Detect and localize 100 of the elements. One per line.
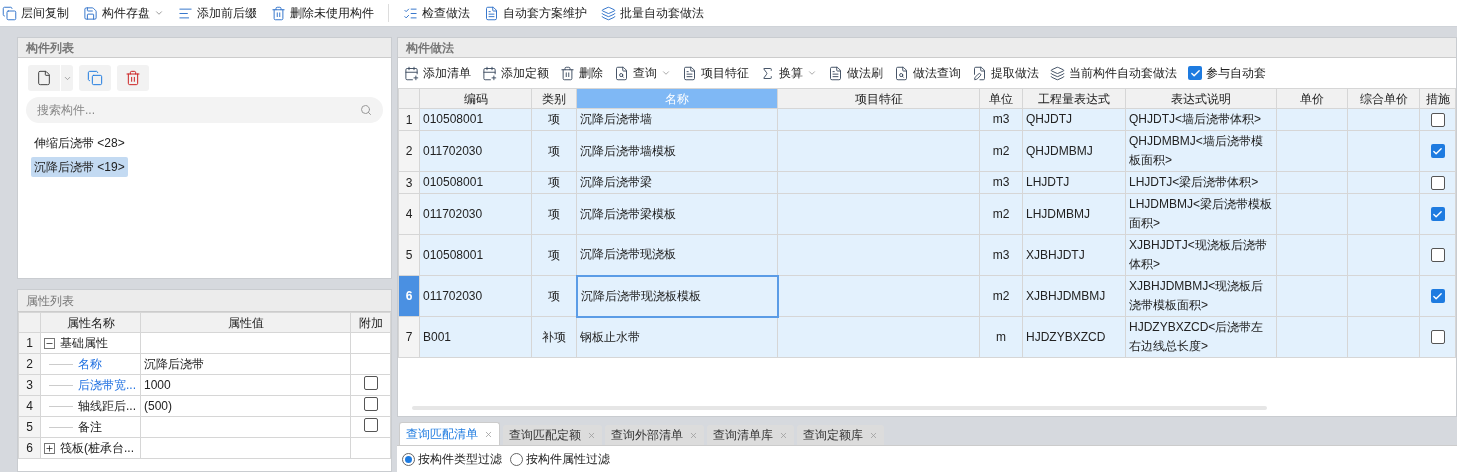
column-header[interactable]: 表达式说明 [1125, 88, 1277, 109]
new-file-icon [36, 70, 52, 86]
row-number: 5 [18, 416, 41, 438]
table-cell: 钢板止水带 [580, 329, 640, 344]
row-number: 1 [18, 332, 41, 354]
table-cell: QHJDTJ<墙后浇带体积> [1129, 112, 1261, 126]
text-lines-icon [178, 5, 193, 21]
row-number: 4 [18, 395, 41, 417]
new-button[interactable] [28, 65, 60, 91]
component-item[interactable]: 伸缩后浇带 <28> [31, 133, 128, 153]
toolbar-button[interactable]: 提取做法 [972, 64, 1039, 82]
property-value: 沉降后浇带 [144, 357, 204, 371]
checkbox[interactable] [363, 375, 378, 390]
property-name: 后浇带宽... [78, 377, 136, 394]
stack-icon [601, 5, 616, 21]
delete-button[interactable] [117, 65, 149, 91]
toolbar-button[interactable]: 项目特征 [682, 64, 749, 82]
checkbox[interactable] [363, 396, 378, 411]
table-cell: 沉降后浇带现浇板模板 [580, 288, 701, 303]
column-header[interactable]: 措施 [1419, 88, 1456, 109]
table-cell: 010508001 [423, 112, 484, 126]
table-cell: LHJDMBMJ<梁后浇带模板面积> [1129, 197, 1272, 230]
table-cell: 沉降后浇带墙模板 [580, 143, 676, 158]
table-cell: m2 [992, 206, 1010, 221]
toolbar-button[interactable]: 查询 [614, 64, 671, 82]
toolbar-button[interactable]: 添加定额 [482, 64, 549, 82]
toolbar-button[interactable]: 批量自动套做法 [601, 4, 704, 22]
toolbar-button[interactable]: 删除未使用构件 [271, 4, 374, 22]
table-cell: 项 [548, 143, 560, 158]
panel-title: 构件做法 [398, 38, 1456, 58]
checkbox[interactable] [1430, 112, 1445, 127]
toolbar-button[interactable]: 添加前后缀 [178, 4, 257, 22]
query-tab[interactable]: 查询定额库 [797, 425, 884, 445]
checkbox[interactable] [1188, 66, 1202, 80]
column-header[interactable]: 项目特征 [777, 88, 980, 109]
checkbox[interactable] [1430, 330, 1445, 344]
document-icon [682, 65, 697, 81]
property-name: 筏板(桩承台... [60, 440, 134, 457]
table-cell: 沉降后浇带梁模板 [580, 206, 676, 221]
table-cell: HJDZYBXZCD<后浇带左右边线总长度> [1129, 320, 1264, 353]
row-number: 6 [18, 437, 41, 459]
row-number: 3 [398, 171, 420, 194]
toolbar-button[interactable]: 自动套方案维护 [484, 4, 587, 22]
checkbox[interactable] [1430, 248, 1445, 262]
table-cell: 项 [547, 288, 560, 303]
property-name: 基础属性 [60, 335, 108, 352]
copy-button[interactable] [79, 65, 111, 91]
collapse-toggle[interactable] [44, 337, 55, 349]
table-cell: XJBHJDTJ<现浇板后浇带体积> [1129, 238, 1267, 271]
calendar-plus-icon [404, 65, 419, 81]
column-header: 附加 [350, 312, 391, 333]
column-header[interactable]: 综合单价 [1347, 88, 1420, 109]
trash-icon [125, 70, 141, 86]
search-field[interactable]: 搜索构件... [26, 97, 383, 123]
checkmark-icon [1189, 67, 1201, 79]
filter-radio[interactable]: 按构件属性过滤 [510, 450, 610, 468]
document-icon [828, 65, 843, 81]
toolbar-button[interactable]: 检查做法 [403, 4, 470, 22]
toolbar-button[interactable]: 做法刷 [828, 64, 883, 82]
expand-toggle[interactable] [44, 442, 55, 454]
toolbar-button[interactable]: 添加清单 [404, 64, 471, 82]
component-item[interactable]: 沉降后浇带 <19> [31, 157, 128, 177]
property-name: 名称 [78, 356, 102, 373]
table-cell: 项 [548, 206, 560, 221]
filter-radio[interactable]: 按构件类型过滤 [402, 450, 502, 468]
table-cell: QHJDMBMJ [1026, 143, 1093, 158]
table-cell: LHJDTJ [1026, 175, 1070, 189]
table-cell: HJDZYBXZCD [1026, 329, 1106, 344]
toolbar-button[interactable]: 层间复制 [2, 4, 69, 22]
column-header[interactable]: 工程量表达式 [1022, 88, 1126, 109]
column-header[interactable]: 编码 [419, 88, 532, 109]
checkbox[interactable] [363, 417, 378, 432]
table-cell: 010508001 [423, 175, 484, 189]
toolbar-button[interactable]: 当前构件自动套做法 [1050, 64, 1177, 82]
column-header[interactable]: 单位 [979, 88, 1023, 109]
table-cell: 项 [548, 112, 560, 126]
toolbar-button[interactable]: 构件存盘 [83, 4, 164, 22]
checkbox[interactable] [1430, 175, 1445, 190]
query-tab[interactable]: 查询清单库 [707, 425, 794, 445]
table-cell: m3 [992, 247, 1010, 262]
query-tab[interactable]: 查询匹配清单 [399, 422, 500, 445]
toolbar-button[interactable]: 换算 [760, 64, 817, 82]
table-cell: m3 [992, 112, 1010, 126]
toolbar-button[interactable]: 删除 [560, 64, 603, 82]
stack-icon [1050, 65, 1065, 81]
query-tab[interactable]: 查询外部清单 [605, 425, 704, 445]
row-number: 6 [398, 275, 420, 317]
checkbox[interactable] [1430, 207, 1445, 221]
panel-title: 构件列表 [18, 38, 391, 58]
column-header[interactable]: 单价 [1276, 88, 1348, 109]
toolbar-button[interactable]: 做法查询 [894, 64, 961, 82]
table-cell: 011702030 [423, 143, 483, 158]
query-tab[interactable]: 查询匹配定额 [503, 425, 602, 445]
checkbox[interactable] [1430, 289, 1445, 303]
checkbox[interactable] [1430, 144, 1445, 158]
auto-apply-checkbox[interactable]: 参与自动套 [1188, 64, 1266, 82]
trash-icon [271, 5, 286, 21]
table-cell: 沉降后浇带梁 [580, 175, 652, 189]
property-name: 轴线距后... [78, 398, 136, 415]
column-header[interactable]: 类别 [531, 88, 577, 109]
